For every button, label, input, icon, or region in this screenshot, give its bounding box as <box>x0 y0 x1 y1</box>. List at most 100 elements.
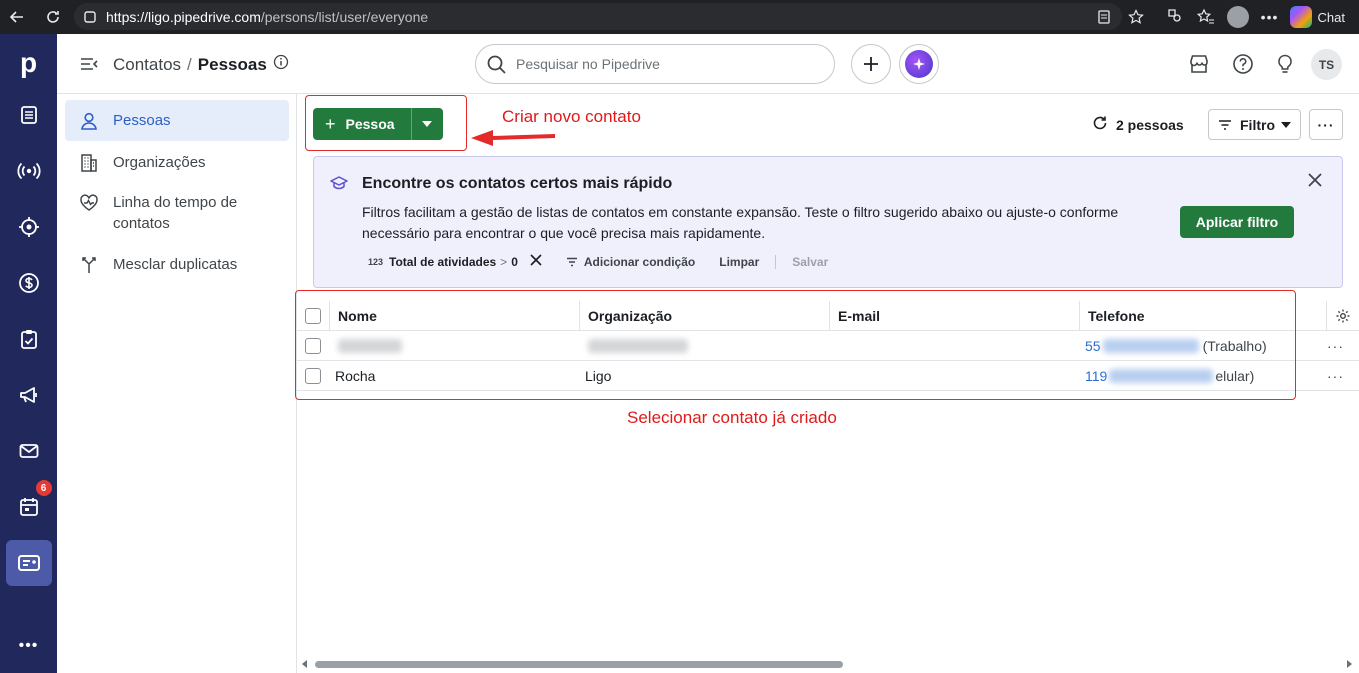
help-icon[interactable] <box>1231 52 1255 76</box>
quick-add-button[interactable] <box>851 44 891 84</box>
sidebar-item-label: Pessoas <box>113 112 171 129</box>
banner-text: Filtros facilitam a gestão de listas de … <box>362 204 1119 241</box>
search-placeholder: Pesquisar no Pipedrive <box>516 56 660 72</box>
copilot-icon <box>1289 6 1312 28</box>
search-input[interactable]: Pesquisar no Pipedrive <box>475 44 835 84</box>
copilot-chat-button[interactable]: Chat <box>1289 6 1345 28</box>
contacts-sidebar: Pessoas Organizações Linha do tempo de c… <box>57 94 297 673</box>
filter-suggestion-banner: Encontre os contatos certos mais rápido … <box>313 156 1343 288</box>
plus-icon <box>864 57 878 71</box>
sidebar-item-label: Organizações <box>113 154 206 171</box>
row-more-options-icon[interactable]: ··· <box>1327 338 1344 354</box>
persons-count: 2 pessoas <box>1092 115 1184 134</box>
notification-badge: 6 <box>35 480 52 496</box>
clear-button[interactable]: Limpar <box>719 255 759 269</box>
campaigns-megaphone-icon[interactable] <box>6 372 52 418</box>
page-title: Pessoas <box>197 54 267 74</box>
scroll-left-icon[interactable] <box>301 660 309 668</box>
signal-icon[interactable] <box>6 148 52 194</box>
activities-clipboard-icon[interactable] <box>6 316 52 362</box>
annotation-create-contact: Criar novo contato <box>502 107 641 126</box>
filter-lines-icon <box>566 257 577 267</box>
info-icon[interactable] <box>273 54 289 75</box>
site-info-icon[interactable] <box>82 9 98 25</box>
contacts-card-icon[interactable] <box>5 540 52 586</box>
suggested-filter-row: 123 Total de atividades > 0 Adicionar co… <box>368 253 828 271</box>
filter-value: 0 <box>511 255 518 269</box>
more-options-button[interactable]: ··· <box>1309 109 1343 140</box>
heart-pulse-icon <box>79 193 99 213</box>
horizontal-scrollbar[interactable] <box>299 659 1355 669</box>
tips-lightbulb-icon[interactable] <box>1273 52 1297 76</box>
back-icon[interactable] <box>4 4 30 30</box>
filter-lines-icon <box>1219 119 1231 130</box>
top-header: Contatos / Pessoas Pesquisar no Pipedriv… <box>57 34 1359 94</box>
main-content: + Pessoa Criar novo contato 2 pessoas Fi… <box>295 94 1359 673</box>
numeric-field-icon: 123 <box>368 257 384 267</box>
close-icon[interactable] <box>1308 173 1322 192</box>
menu-collapse-icon[interactable] <box>79 54 99 79</box>
add-condition-label: Adicionar condição <box>583 255 696 269</box>
divider <box>775 255 777 269</box>
url-host: https://ligo.pipedrive.com <box>106 8 261 25</box>
building-icon <box>79 153 99 173</box>
filter-button[interactable]: Filtro <box>1208 109 1301 140</box>
remove-condition-icon[interactable] <box>530 253 542 271</box>
sidebar-item-mesclar-duplicatas[interactable]: Mesclar duplicatas <box>65 244 289 285</box>
banner-title: Encontre os contatos certos mais rápido <box>362 175 673 192</box>
graduation-cap-icon <box>330 175 348 196</box>
search-icon <box>486 54 508 79</box>
favorite-star-icon[interactable] <box>1120 0 1152 34</box>
refresh-icon[interactable] <box>1092 115 1108 134</box>
sidebar-item-label: Mesclar duplicatas <box>113 256 238 273</box>
filter-label: Filtro <box>1240 116 1275 133</box>
pipedrive-logo[interactable]: p <box>0 34 57 92</box>
target-icon[interactable] <box>6 204 52 250</box>
address-bar[interactable]: https://ligo.pipedrive.com/persons/list/… <box>74 3 1122 30</box>
mail-icon[interactable] <box>6 428 52 474</box>
sidebar-item-linha-do-tempo[interactable]: Linha do tempo de contatos <box>65 182 289 244</box>
reload-icon[interactable] <box>40 4 66 30</box>
profile-icon[interactable] <box>1222 0 1254 34</box>
sidebar-item-pessoas[interactable]: Pessoas <box>65 100 289 141</box>
persons-count-label: 2 pessoas <box>1116 116 1184 133</box>
annotation-select-contact: Selecionar contato já criado <box>627 408 837 427</box>
annotation-arrow <box>471 130 555 146</box>
sidebar-item-organizacoes[interactable]: Organizações <box>65 142 289 183</box>
sparkle-icon <box>905 50 933 78</box>
breadcrumb-contatos[interactable]: Contatos <box>113 55 181 75</box>
deals-dollar-icon[interactable] <box>6 260 52 306</box>
row-more-options-icon[interactable]: ··· <box>1327 368 1344 384</box>
scroll-right-icon[interactable] <box>1345 660 1353 668</box>
calendar-icon[interactable]: 6 <box>6 480 52 530</box>
ai-assistant-button[interactable] <box>899 44 939 84</box>
add-condition-button[interactable]: Adicionar condição <box>566 255 695 269</box>
column-settings-gear-icon[interactable] <box>1327 301 1359 331</box>
url-path: /persons/list/user/everyone <box>260 8 429 25</box>
reader-mode-icon[interactable] <box>1088 0 1120 34</box>
save-button[interactable]: Salvar <box>792 255 828 269</box>
breadcrumb-separator: / <box>187 54 192 74</box>
person-icon <box>79 111 99 131</box>
filter-condition-field[interactable]: Total de atividades <box>389 255 496 269</box>
breadcrumb: Contatos / Pessoas <box>113 54 289 75</box>
browser-toolbar: https://ligo.pipedrive.com/persons/list/… <box>0 0 1359 34</box>
more-icon[interactable]: ••• <box>1254 0 1286 34</box>
marketplace-store-icon[interactable] <box>1187 52 1211 76</box>
apply-filter-button[interactable]: Aplicar filtro <box>1180 206 1294 238</box>
merge-icon <box>79 255 99 275</box>
highlight-box-add <box>305 95 467 151</box>
sidebar-item-label: Linha do tempo de contatos <box>113 194 238 232</box>
caret-down-icon <box>1281 121 1291 128</box>
highlight-box-table <box>295 290 1296 400</box>
favorites-icon[interactable] <box>1190 0 1222 34</box>
more-apps-icon[interactable]: ••• <box>19 637 39 655</box>
scrollbar-thumb[interactable] <box>315 661 843 668</box>
user-avatar[interactable]: TS <box>1311 49 1342 80</box>
leads-icon[interactable] <box>6 92 52 138</box>
ellipsis-icon: ··· <box>1317 116 1335 133</box>
chat-label: Chat <box>1317 9 1345 25</box>
extension-icon[interactable] <box>1158 0 1190 34</box>
filter-operator: > <box>500 255 508 269</box>
left-nav-rail: p 6 ••• <box>0 34 57 673</box>
